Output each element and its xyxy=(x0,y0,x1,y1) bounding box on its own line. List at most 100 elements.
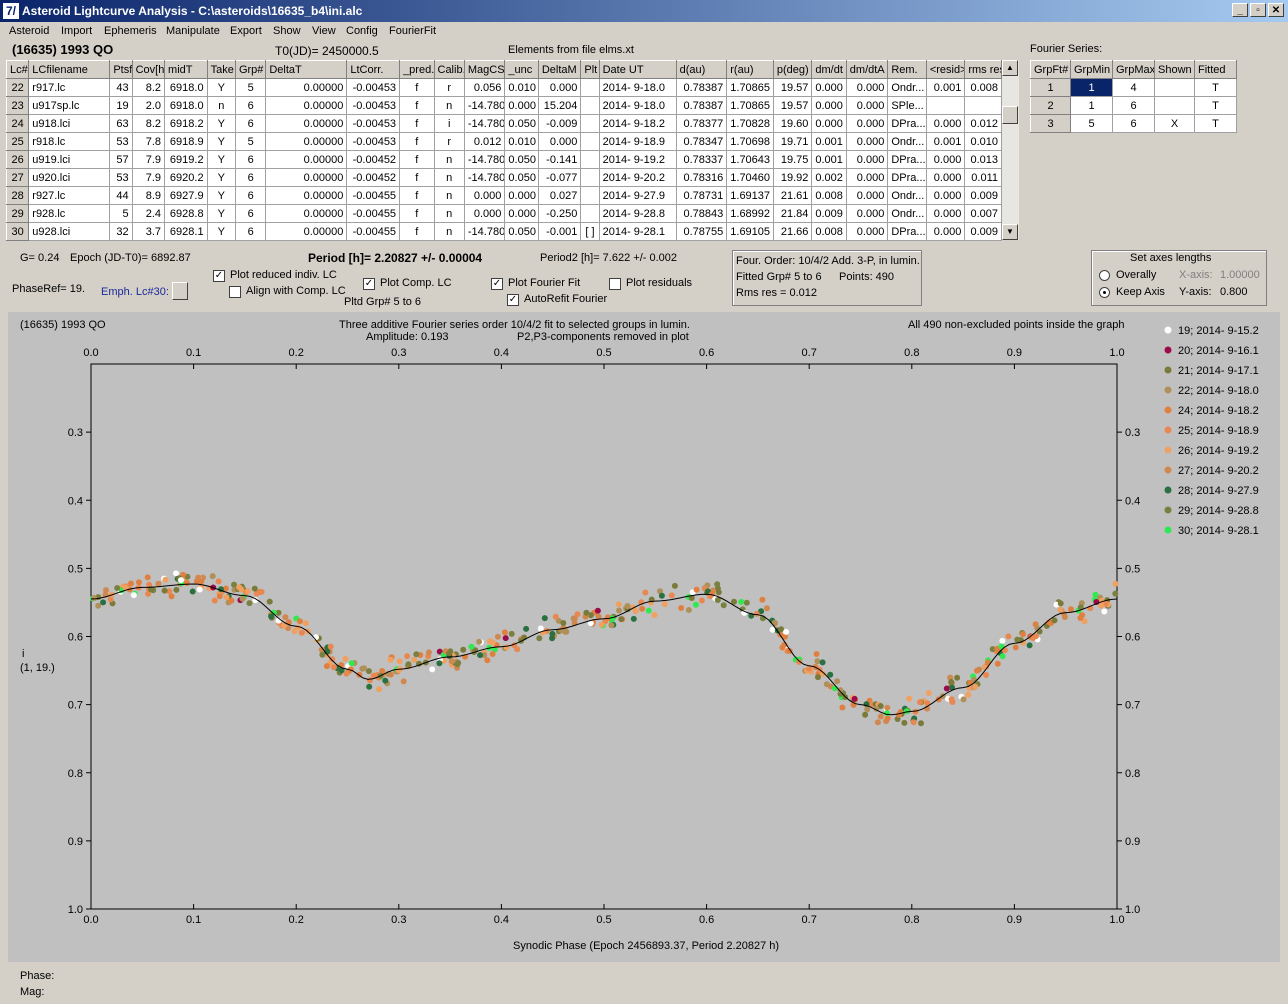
table-cell[interactable]: f xyxy=(399,150,435,169)
fourier-row-header[interactable]: 2 xyxy=(1030,96,1071,115)
menu-config[interactable]: Config xyxy=(346,25,378,37)
table-cell[interactable]: f xyxy=(399,204,435,223)
column-header[interactable]: Grp# xyxy=(234,60,267,79)
table-cell[interactable]: 0.002 xyxy=(811,168,847,187)
menu-ephemeris[interactable]: Ephemeris xyxy=(104,25,157,37)
table-cell[interactable]: 0.00000 xyxy=(265,168,348,187)
table-cell[interactable]: 0.000 xyxy=(845,132,889,151)
table-cell[interactable] xyxy=(580,186,600,205)
table-cell[interactable]: 0.000 xyxy=(925,204,966,223)
table-cell[interactable]: 2014- 9-27.9 xyxy=(598,186,677,205)
table-cell[interactable]: 0.78387 xyxy=(675,78,728,97)
table-cell[interactable]: Ondr... xyxy=(887,204,927,223)
table-cell[interactable]: 0.009 xyxy=(811,204,847,223)
table-row[interactable]: 22 r917.lc 43 8.2 6918.0 Y 5 0.00000 -0.00453 f r 0… xyxy=(5,78,1002,97)
column-header[interactable]: Lc# xyxy=(5,60,30,79)
table-cell[interactable]: 57 xyxy=(109,150,133,169)
table-cell[interactable]: 0.008 xyxy=(811,222,847,241)
emph-spinner[interactable] xyxy=(172,282,188,300)
column-header[interactable]: Plt xyxy=(580,60,600,79)
table-cell[interactable]: n xyxy=(433,186,465,205)
table-cell[interactable]: 15.204 xyxy=(537,96,582,115)
row-header[interactable]: 29 xyxy=(5,204,30,223)
table-cell[interactable]: 0.000 xyxy=(845,222,889,241)
fourier-cell[interactable]: T xyxy=(1194,96,1237,115)
table-cell[interactable]: r918.lc xyxy=(28,132,111,151)
fourier-cell[interactable]: 1 xyxy=(1070,78,1113,97)
table-cell[interactable]: -0.00452 xyxy=(346,150,401,169)
table-cell[interactable]: 0.010 xyxy=(964,132,1002,151)
menu-show[interactable]: Show xyxy=(273,25,301,37)
table-cell[interactable]: 1.69137 xyxy=(726,186,774,205)
fourier-cell[interactable]: X xyxy=(1154,114,1195,133)
table-cell[interactable]: 0.000 xyxy=(504,186,539,205)
column-header[interactable]: MagCS xyxy=(463,60,506,79)
table-cell[interactable]: [ ] xyxy=(580,222,600,241)
table-cell[interactable]: f xyxy=(399,96,435,115)
column-header[interactable]: p(deg) xyxy=(772,60,813,79)
table-cell[interactable]: u920.lci xyxy=(28,168,111,187)
table-cell[interactable]: -0.00452 xyxy=(346,168,401,187)
table-cell[interactable] xyxy=(580,150,600,169)
table-cell[interactable]: 0.78755 xyxy=(675,222,728,241)
table-cell[interactable]: -0.001 xyxy=(537,222,582,241)
plot-comp-checkbox[interactable]: ✓ xyxy=(363,278,375,290)
row-header[interactable]: 23 xyxy=(5,96,30,115)
table-cell[interactable]: Y xyxy=(206,168,236,187)
column-header[interactable]: Date UT xyxy=(598,60,677,79)
table-cell[interactable]: 19 xyxy=(109,96,133,115)
overally-radio[interactable] xyxy=(1099,270,1110,281)
column-header[interactable]: DeltaM xyxy=(537,60,582,79)
menu-asteroid[interactable]: Asteroid xyxy=(9,25,49,37)
fourier-row-header[interactable]: 3 xyxy=(1030,114,1071,133)
table-cell[interactable]: 0.050 xyxy=(504,150,539,169)
table-cell[interactable]: SPle... xyxy=(887,96,927,115)
xaxis-value[interactable]: 1.00000 xyxy=(1220,269,1260,281)
table-cell[interactable]: Y xyxy=(206,114,236,133)
table-cell[interactable]: 7.9 xyxy=(131,168,166,187)
plot-reduced-checkbox[interactable]: ✓ xyxy=(213,270,225,282)
keep-axis-radio[interactable] xyxy=(1099,287,1110,298)
column-header[interactable]: midT xyxy=(164,60,208,79)
table-cell[interactable]: 5 xyxy=(109,204,133,223)
table-cell[interactable]: 19.75 xyxy=(772,150,813,169)
restore-button[interactable]: ▫ xyxy=(1250,3,1266,17)
table-cell[interactable]: -0.00455 xyxy=(346,186,401,205)
table-cell[interactable]: 0.00000 xyxy=(265,114,348,133)
table-cell[interactable]: 19.57 xyxy=(772,78,813,97)
table-cell[interactable]: 2.4 xyxy=(131,204,166,223)
column-header[interactable]: d(au) xyxy=(675,60,728,79)
table-cell[interactable]: DPra... xyxy=(887,114,927,133)
table-cell[interactable]: 8.2 xyxy=(131,114,166,133)
table-cell[interactable]: 0.000 xyxy=(845,186,889,205)
row-header[interactable]: 28 xyxy=(5,186,30,205)
table-cell[interactable]: 0.010 xyxy=(504,78,539,97)
table-cell[interactable]: r xyxy=(433,78,465,97)
table-cell[interactable]: 0.000 xyxy=(925,222,966,241)
autorefit-checkbox[interactable]: ✓ xyxy=(507,294,519,306)
column-header[interactable]: LCfilename xyxy=(28,60,111,79)
table-cell[interactable]: Ondr... xyxy=(887,186,927,205)
table-cell[interactable]: 2014- 9-28.1 xyxy=(598,222,677,241)
table-cell[interactable]: Y xyxy=(206,186,236,205)
table-cell[interactable]: 0.00000 xyxy=(265,78,348,97)
table-cell[interactable]: 6 xyxy=(234,150,267,169)
table-cell[interactable]: 21.61 xyxy=(772,186,813,205)
table-cell[interactable]: 1.70643 xyxy=(726,150,774,169)
table-cell[interactable]: 6918.2 xyxy=(164,114,208,133)
table-cell[interactable]: n xyxy=(433,204,465,223)
table-cell[interactable]: 6 xyxy=(234,168,267,187)
table-cell[interactable]: 6 xyxy=(234,204,267,223)
column-header[interactable]: LtCorr. xyxy=(346,60,401,79)
table-cell[interactable]: 8.9 xyxy=(131,186,166,205)
period-value[interactable]: Period [h]= 2.20827 +/- 0.00004 xyxy=(308,251,482,265)
table-cell[interactable]: -0.250 xyxy=(537,204,582,223)
table-cell[interactable]: 0.000 xyxy=(504,204,539,223)
table-row[interactable]: 27 u920.lci 53 7.9 6920.2 Y 6 0.00000 -0.00452 f n… xyxy=(5,168,1002,187)
table-cell[interactable]: 0.009 xyxy=(964,186,1002,205)
column-header[interactable]: Cov[h] xyxy=(131,60,166,79)
table-cell[interactable]: 21.66 xyxy=(772,222,813,241)
table-cell[interactable]: 6918.0 xyxy=(164,78,208,97)
table-cell[interactable]: Y xyxy=(206,204,236,223)
table-cell[interactable]: 0.000 xyxy=(925,186,966,205)
